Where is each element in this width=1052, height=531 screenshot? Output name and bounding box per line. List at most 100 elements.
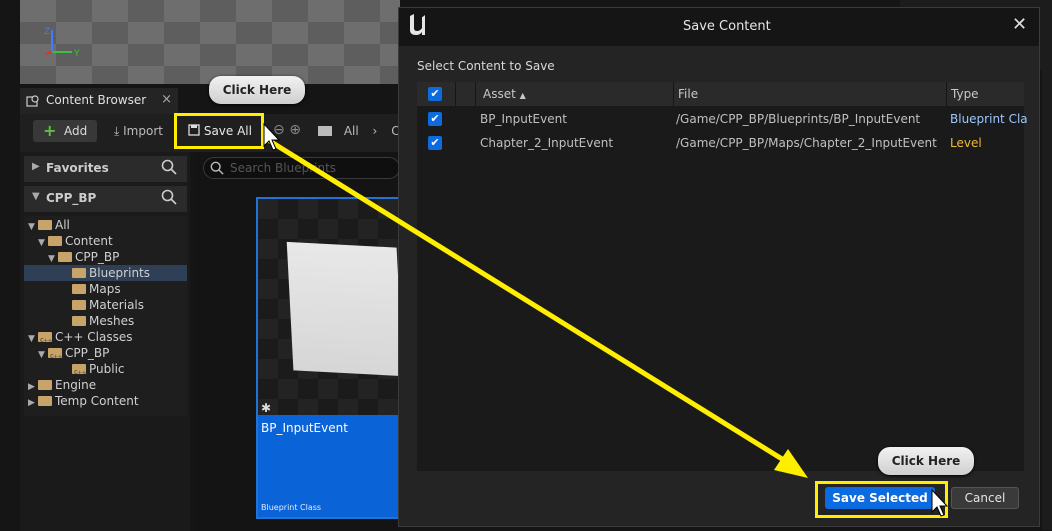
search-icon[interactable] <box>161 189 177 205</box>
table-row[interactable]: ✔ Chapter_2_InputEvent /Game/CPP_BP/Maps… <box>417 131 1024 155</box>
column-file[interactable]: File <box>678 87 698 101</box>
save-selected-button[interactable]: Save Selected <box>825 487 935 509</box>
table-row[interactable]: ✔ BP_InputEvent /Game/CPP_BP/Blueprints/… <box>417 107 1028 131</box>
folder-icon <box>48 236 62 246</box>
column-type[interactable]: Type <box>951 87 979 101</box>
tree-item-label: C++ Classes <box>55 330 133 344</box>
row-asset: BP_InputEvent <box>480 112 567 126</box>
cpp-folder-icon <box>48 348 62 365</box>
search-icon <box>210 161 224 175</box>
asset-tile-info: BP_InputEvent Blueprint Class <box>258 415 398 517</box>
row-checkbox[interactable]: ✔ <box>428 112 442 126</box>
axis-gizmo-icon: Z Y <box>44 27 80 59</box>
row-type: Blueprint Cla <box>950 112 1028 126</box>
tree-item-materials[interactable]: Materials <box>62 297 144 313</box>
tree-item-label: Temp Content <box>55 394 139 408</box>
tree-item-cpp-classes[interactable]: ▼C++ Classes <box>28 329 133 349</box>
tree-item-blueprints[interactable]: Blueprints <box>62 265 150 281</box>
axis-y-label: Y <box>73 49 80 59</box>
tree-item-maps[interactable]: Maps <box>62 281 121 297</box>
tree-item-label: Engine <box>55 378 97 392</box>
breadcrumb-all[interactable]: All <box>344 124 359 138</box>
import-button[interactable]: ⤓ Import <box>114 124 163 139</box>
plus-icon: + <box>43 121 57 140</box>
click-here-callout: Click Here <box>878 447 974 475</box>
tree-item-public[interactable]: Public <box>62 361 125 381</box>
dialog-title: Save Content <box>683 19 771 34</box>
favorites-section[interactable]: ▶ Favorites <box>24 156 187 182</box>
tree-item-cpp-bp-classes[interactable]: ▼CPP_BP <box>38 345 110 365</box>
import-icon: ⤓ <box>114 124 120 138</box>
cpp-folder-icon <box>38 332 52 349</box>
search-placeholder: Search Blueprints <box>230 161 337 175</box>
folder-icon <box>58 252 72 262</box>
row-file: /Game/CPP_BP/Blueprints/BP_InputEvent <box>676 112 921 126</box>
tab-content-browser[interactable]: Content Browser × <box>20 88 178 114</box>
tree-item-all[interactable]: ▼ All <box>28 217 70 233</box>
search-icon[interactable] <box>161 159 177 175</box>
save-icon <box>188 124 200 136</box>
asset-thumbnail <box>258 199 404 415</box>
table-header: ✔ Asset ▲ File Type <box>417 82 1024 106</box>
expanded-arrow-icon: ▼ <box>32 191 40 202</box>
save-all-button[interactable]: Save All <box>188 124 252 138</box>
folder-icon <box>318 126 332 136</box>
tree-item-label: Meshes <box>89 314 135 328</box>
row-file: /Game/CPP_BP/Maps/Chapter_2_InputEvent <box>676 136 937 150</box>
column-divider <box>475 82 476 106</box>
project-section[interactable]: ▼ CPP_BP <box>24 186 187 212</box>
breadcrumb-separator-icon: › <box>372 124 378 138</box>
save-all-label: Save All <box>203 124 252 138</box>
row-type: Level <box>950 136 982 150</box>
folder-icon <box>72 284 86 294</box>
folder-icon <box>72 300 86 310</box>
tree-item-label: All <box>55 218 70 232</box>
unreal-logo-icon <box>410 14 425 35</box>
tree-item-label: Content <box>65 234 113 248</box>
cancel-button[interactable]: Cancel <box>951 487 1019 509</box>
asset-class: Blueprint Class <box>261 503 322 512</box>
history-nav[interactable]: ⊖ ⊕ <box>273 122 301 138</box>
click-here-callout: Click Here <box>209 76 305 104</box>
tree-item-temp-content[interactable]: ▶ Temp Content <box>28 393 139 409</box>
tree-item-content[interactable]: ▼ Content <box>38 233 113 249</box>
folder-icon <box>38 396 52 406</box>
close-icon[interactable]: × <box>161 92 172 107</box>
outer-scrollbar[interactable] <box>1042 60 1052 530</box>
dialog-close-icon[interactable]: ✕ <box>1012 14 1027 35</box>
axis-z-label: Z <box>44 27 50 37</box>
column-divider <box>673 82 674 106</box>
cpp-folder-icon <box>72 364 86 381</box>
select-all-checkbox[interactable]: ✔ <box>428 87 442 101</box>
tree-item-label: Blueprints <box>89 266 151 280</box>
collapsed-arrow-icon: ▶ <box>32 161 40 172</box>
project-label: CPP_BP <box>46 191 97 205</box>
folder-icon <box>38 380 52 390</box>
select-content-label: Select Content to Save <box>417 59 555 73</box>
folder-icon <box>72 316 86 326</box>
tree-item-label: CPP_BP <box>75 250 120 264</box>
back-icon[interactable]: ⊖ <box>273 122 285 138</box>
tree-item-cpp-bp[interactable]: ▼ CPP_BP <box>48 249 119 265</box>
tree-item-label: Materials <box>89 298 145 312</box>
forward-icon[interactable]: ⊕ <box>289 122 301 138</box>
breadcrumb: All › C <box>318 124 400 138</box>
asset-search-input[interactable]: Search Blueprints <box>203 157 400 179</box>
import-button-label: Import <box>123 124 163 138</box>
add-button[interactable]: + Add <box>33 120 97 142</box>
column-divider <box>946 82 947 106</box>
sort-ascending-icon: ▲ <box>519 91 526 100</box>
tree-item-label: Maps <box>89 282 121 296</box>
column-asset-label: Asset <box>483 87 516 101</box>
row-checkbox[interactable]: ✔ <box>428 136 442 150</box>
tab-content-browser-label: Content Browser <box>46 93 147 107</box>
column-asset[interactable]: Asset ▲ <box>483 87 526 101</box>
tree-item-meshes[interactable]: Meshes <box>62 313 134 329</box>
tree-item-engine[interactable]: ▶ Engine <box>28 377 96 393</box>
asset-tile[interactable]: ✱ BP_InputEvent Blueprint Class <box>256 197 404 519</box>
folder-icon <box>72 268 86 278</box>
tree-item-label: Public <box>89 362 125 376</box>
row-asset: Chapter_2_InputEvent <box>480 136 614 150</box>
asset-name: BP_InputEvent <box>261 421 348 435</box>
tree-item-label: CPP_BP <box>65 346 110 360</box>
